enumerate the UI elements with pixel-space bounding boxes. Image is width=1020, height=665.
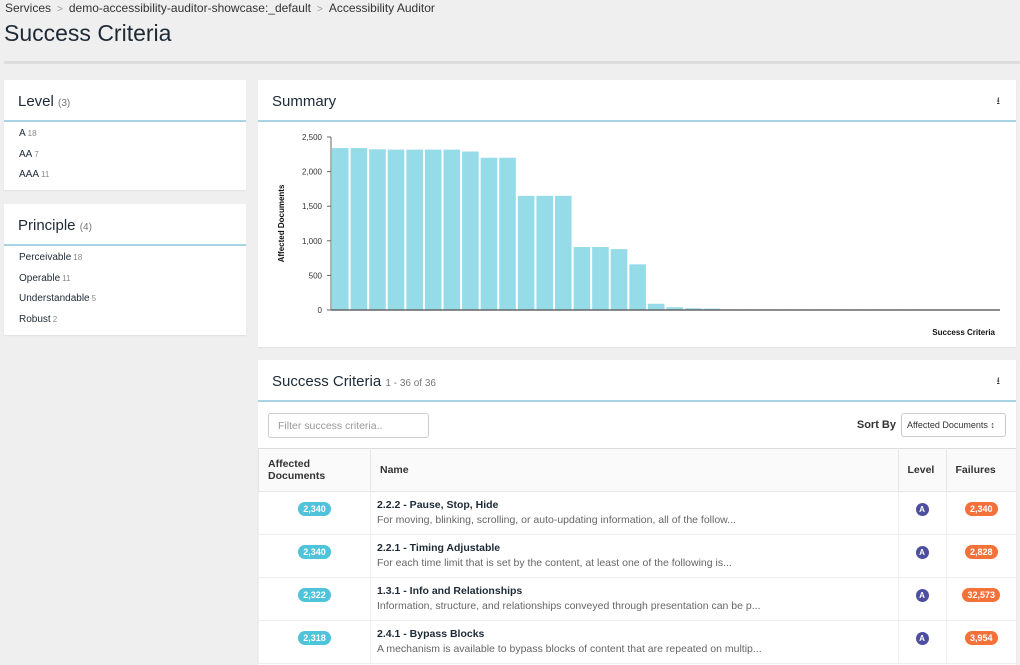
y-tick-label: 2,500 [302,133,323,142]
breadcrumb: Services > demo-accessibility-auditor-show… [5,1,435,15]
criterion-description: For moving, blinking, scrolling, or auto… [377,514,736,526]
criterion-name[interactable]: 2.4.1 - Bypass Blocks [371,628,898,640]
filter-level-aa[interactable]: AA 7 [19,148,231,169]
criteria-range: 1 - 36 of 36 [385,378,436,389]
criterion-name[interactable]: 1.3.1 - Info and Relationships [371,585,898,597]
criteria-header: Success Criteria 1 - 36 of 36 ⭳ [258,360,1016,402]
criteria-table: Affected Documents Name Level Failures 2… [258,448,1016,664]
criteria-title: Success Criteria [272,373,382,390]
sort-label: Sort By [856,419,896,431]
sort-select[interactable]: Affected Documents ↕ [901,413,1006,437]
divider [4,61,1020,64]
bar [480,157,498,310]
level-badge: A [915,503,929,516]
y-tick-label: 0 [318,306,323,315]
criterion-description: For each time limit that is set by the c… [377,557,732,569]
table-row[interactable]: 2,340 2.2.1 - Timing Adjustable For each … [258,534,1016,578]
select-arrows-icon: ↕ [990,420,995,430]
bar [443,149,461,310]
summary-panel: Summary ⭳ 0 500 1,000 1,500 2,000 2,500 Affecte… [258,80,1016,347]
summary-header: Summary ⭳ [258,80,1016,122]
y-tick-label: 1,000 [302,237,323,246]
y-tick-label: 1,500 [302,202,323,211]
col-failures[interactable]: Failures [945,448,1016,492]
bar [536,195,553,310]
table-row[interactable]: 2,340 2.2.2 - Pause, Stop, Hide For movin… [258,491,1016,535]
chevron-right-icon: > [316,4,323,15]
bar [406,149,423,310]
level-badge: A [915,546,929,559]
bar [629,264,646,310]
bar [555,195,572,310]
filter-operable[interactable]: Operable 11 [19,272,231,293]
affected-documents-badge: 2,318 [298,631,331,645]
level-count: (3) [58,98,71,109]
col-name[interactable]: Name [370,448,899,492]
bar [499,157,516,310]
criterion-description: Information, structure, and relationship… [377,600,761,612]
criterion-name[interactable]: 2.2.1 - Timing Adjustable [371,542,898,554]
bar [517,195,535,310]
filter-level-aaa[interactable]: AAA 11 [19,168,231,189]
table-row[interactable]: 2,322 1.3.1 - Info and Relationships Info… [258,577,1016,621]
bar [647,303,665,310]
filter-robust[interactable]: Robust 2 [19,313,231,334]
filter-perceivable[interactable]: Perceivable 18 [19,251,231,272]
chevron-right-icon: > [57,4,63,15]
bar [332,148,349,310]
level-header: Level (3) [4,80,246,122]
download-icon[interactable]: ⭳ [997,94,1001,111]
level-badge: A [915,632,929,645]
criterion-description: A mechanism is available to bypass block… [377,643,762,655]
col-level[interactable]: Level [897,448,947,492]
failures-badge: 32,573 [962,588,1001,602]
download-icon[interactable]: ⭳ [997,374,1001,391]
page-title: Success Criteria [4,20,172,46]
breadcrumb-service[interactable]: demo-accessibility-auditor-showcase:_def… [69,1,311,15]
principle-title: Principle [18,217,76,234]
bar [462,151,479,310]
bar [350,148,368,310]
criterion-name[interactable]: 2.2.2 - Pause, Stop, Hide [371,499,898,511]
summary-chart: 0 500 1,000 1,500 2,000 2,500 Affected Documen… [277,133,1000,337]
breadcrumb-services[interactable]: Services [5,1,51,15]
affected-documents-badge: 2,340 [298,502,331,516]
failures-badge: 2,340 [964,502,998,516]
table-row[interactable]: 2,318 2.4.1 - Bypass Blocks A mechanism i… [258,620,1016,664]
level-badge: A [915,589,929,602]
principle-header: Principle (4) [4,204,246,246]
level-filter-panel: Level (3) A 18 AA 7 AAA 11 [4,80,246,190]
bar [424,149,442,310]
x-axis-label: Success Criteria [932,328,995,337]
y-tick-label: 2,000 [302,168,323,177]
affected-documents-badge: 2,322 [298,588,331,602]
breadcrumb-auditor[interactable]: Accessibility Auditor [329,1,435,15]
principle-filter-panel: Principle (4) Perceivable 18 Operable 11 U… [4,204,246,335]
col-affected-documents[interactable]: Affected Documents [258,448,371,492]
affected-documents-badge: 2,340 [298,545,331,559]
bar [573,247,591,310]
bar [592,247,609,310]
bar [369,149,386,310]
filter-level-a[interactable]: A 18 [19,127,231,148]
filter-input[interactable]: Filter success criteria.. [268,413,429,438]
y-axis-label: Affected Documents [277,184,286,262]
level-title: Level [18,93,54,110]
summary-title: Summary [272,93,337,110]
failures-badge: 2,828 [964,545,998,559]
bar [610,249,628,310]
failures-badge: 3,954 [964,631,998,645]
bar [387,149,405,310]
y-tick-label: 500 [309,271,323,280]
principle-count: (4) [79,222,92,233]
filter-understandable[interactable]: Understandable 5 [19,292,231,313]
criteria-panel: Success Criteria 1 - 36 of 36 ⭳ Filter su… [258,360,1016,665]
